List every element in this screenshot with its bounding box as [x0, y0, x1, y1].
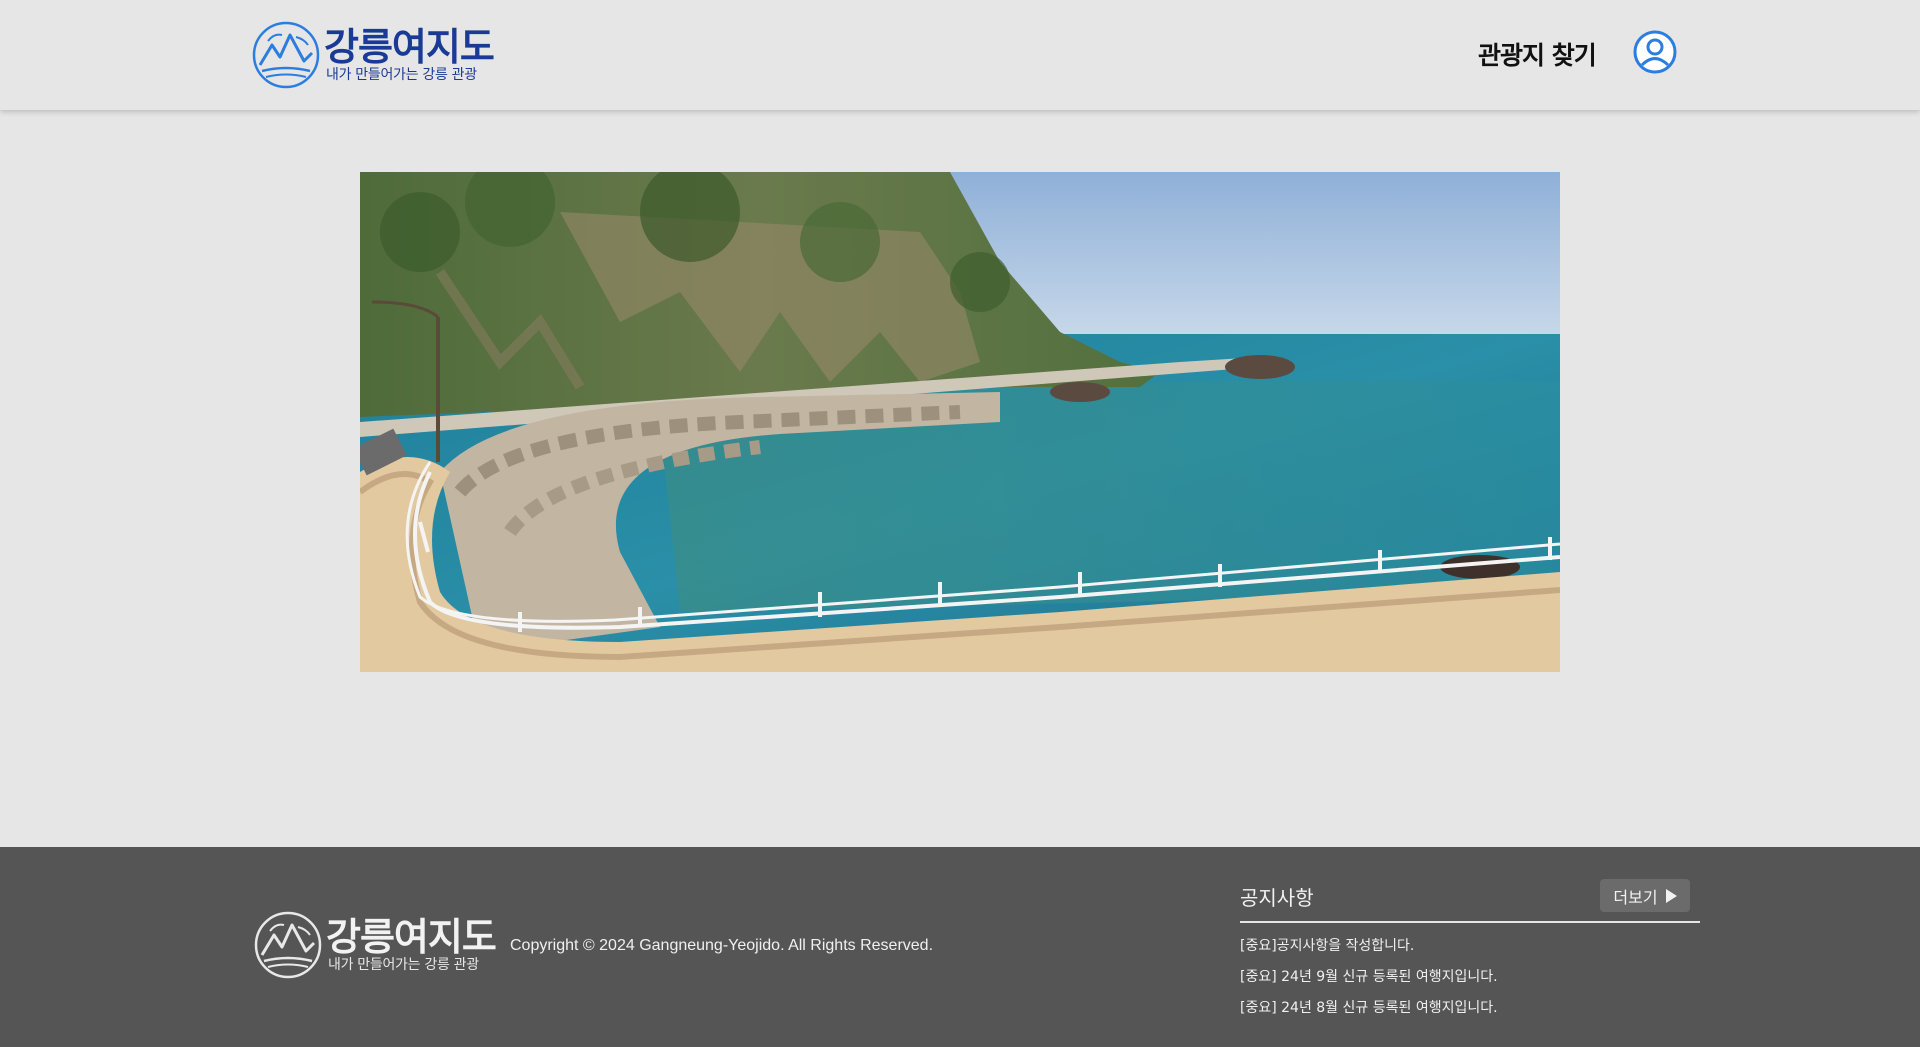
logo-title: 강릉여지도 [324, 25, 495, 69]
notice-list: [중요]공지사항을 작성합니다. [중요] 24년 9월 신규 등록된 여행지입… [1240, 935, 1498, 1028]
site-header: 강릉여지도 내가 만들어가는 강릉 관광 관광지 찾기 [0, 0, 1920, 110]
more-button-label: 더보기 [1613, 887, 1658, 907]
play-arrow-icon [1665, 888, 1677, 903]
footer-logo-title: 강릉여지도 [326, 915, 497, 959]
notice-heading: 공지사항 [1240, 886, 1314, 910]
logo-subtitle: 내가 만들어가는 강릉 관광 [326, 67, 477, 83]
more-button[interactable]: 더보기 [1600, 879, 1690, 912]
user-account-button[interactable] [1633, 30, 1677, 74]
site-logo[interactable]: 강릉여지도 내가 만들어가는 강릉 관광 [252, 20, 495, 90]
hero-coast-illustration [360, 172, 1560, 672]
footer-logo[interactable]: 강릉여지도 내가 만들어가는 강릉 관광 [254, 910, 497, 980]
copyright-text: Copyright © 2024 Gangneung-Yeojido. All … [510, 937, 934, 954]
footer-logo-subtitle: 내가 만들어가는 강릉 관광 [328, 957, 479, 973]
user-circle-icon [1633, 30, 1677, 74]
notice-divider [1240, 921, 1700, 923]
notice-item[interactable]: [중요]공지사항을 작성합니다. [1240, 935, 1498, 966]
hero-image [360, 172, 1560, 672]
nav-find-attractions-link[interactable]: 관광지 찾기 [1478, 36, 1597, 72]
notice-item[interactable]: [중요] 24년 8월 신규 등록된 여행지입니다. [1240, 997, 1498, 1028]
notice-item[interactable]: [중요] 24년 9월 신규 등록된 여행지입니다. [1240, 966, 1498, 997]
logo-emblem-icon [254, 911, 322, 979]
logo-emblem-icon [252, 21, 320, 89]
